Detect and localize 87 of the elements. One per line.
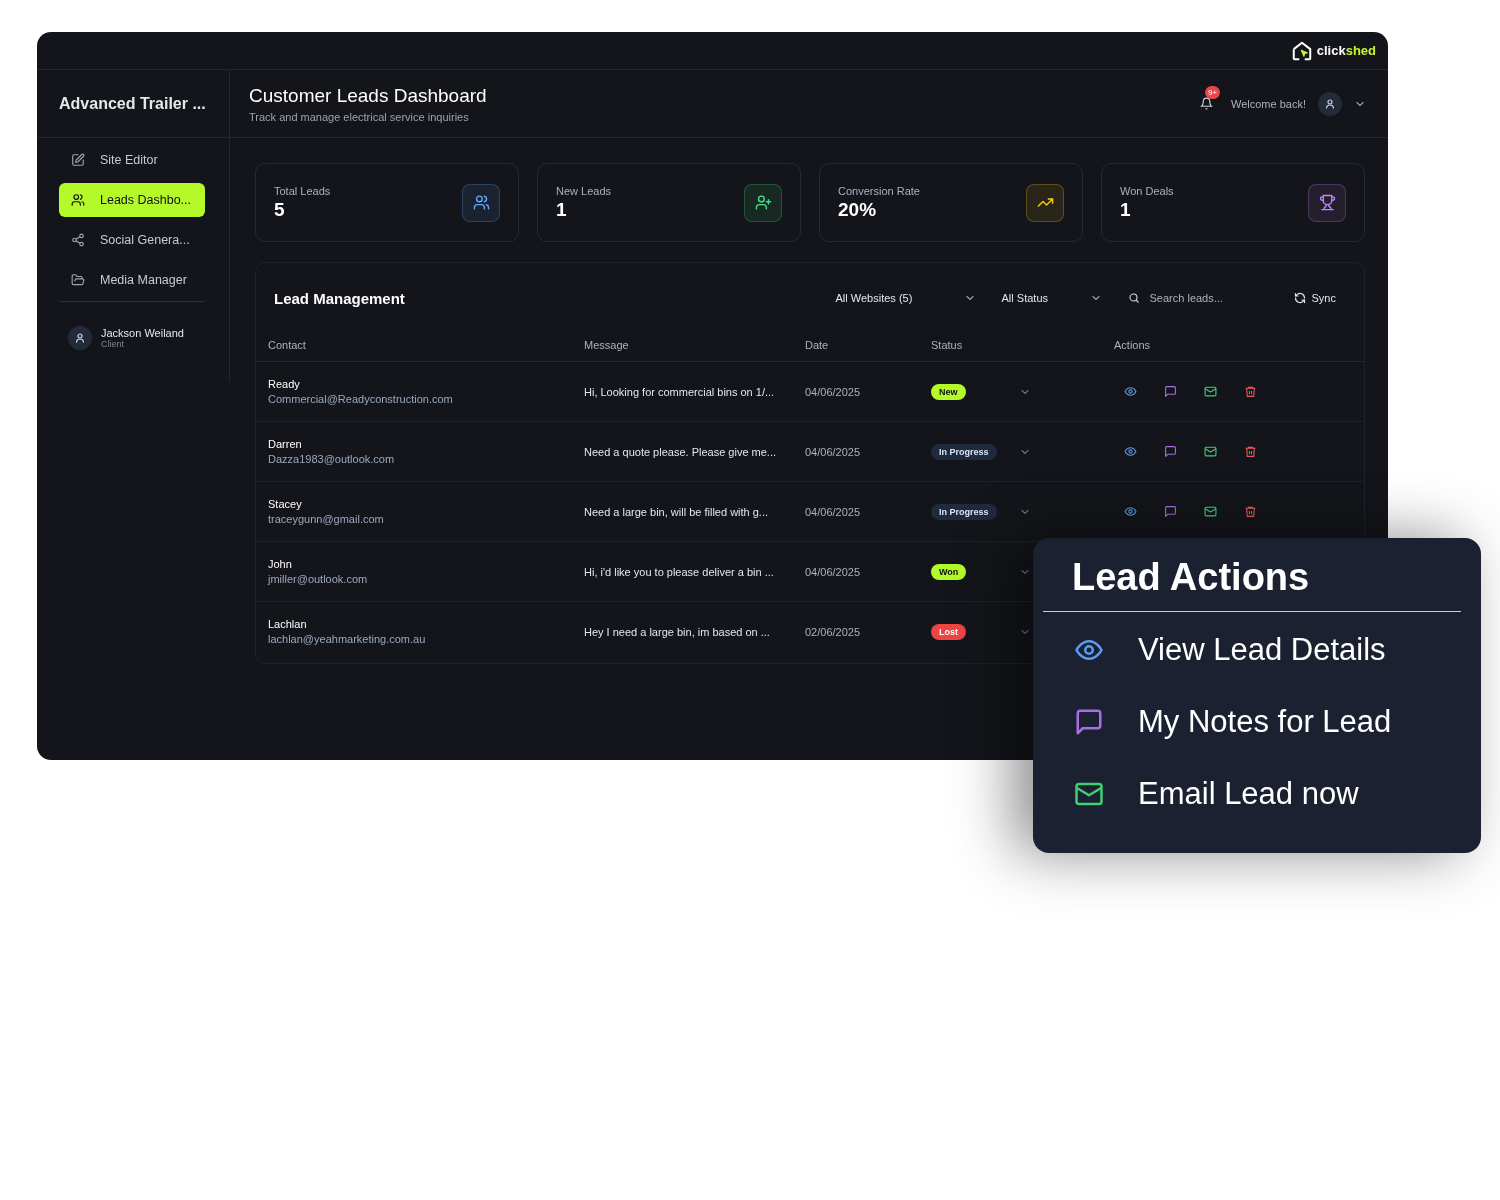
page-title: Customer Leads Dashboard [249, 84, 487, 107]
contact-email: Dazza1983@outlook.com [268, 453, 396, 465]
eye-icon[interactable] [1124, 385, 1137, 398]
speech-bubble-icon[interactable] [1164, 385, 1177, 398]
stat-label: New Leads [556, 184, 612, 197]
popup-menu-item[interactable]: View Lead Details [1043, 614, 1461, 686]
speech-bubble-icon[interactable] [1164, 505, 1177, 518]
trash-icon[interactable] [1244, 385, 1257, 398]
contact-name: Ready [268, 378, 301, 390]
stat-value: 5 [274, 198, 286, 221]
popup-menu-item[interactable]: Email Lead now [1043, 758, 1461, 830]
search-icon [1127, 292, 1140, 304]
contact-name: John [268, 558, 293, 570]
stat-label: Conversion Rate [838, 184, 920, 197]
speech-bubble-icon[interactable] [1074, 707, 1104, 737]
column-header: Date [805, 339, 830, 351]
trash-icon[interactable] [1244, 445, 1257, 458]
edit-icon [71, 153, 85, 167]
status-badge: Won [931, 563, 967, 580]
avatar-icon[interactable] [68, 326, 92, 350]
house-cursor-logo-icon [1290, 39, 1313, 62]
table-row[interactable]: Ready Commercial@Readyconstruction.com Hi, Looking for commercial bins on 1/... 04/06/2025 New [256, 362, 1364, 422]
stat-value: 20% [838, 198, 878, 221]
trash-icon[interactable] [1244, 505, 1257, 518]
welcome-text: Welcome back! [1231, 97, 1306, 110]
date-text: 04/06/2025 [805, 385, 862, 398]
message-preview: Hi, Looking for commercial bins on 1/... [584, 385, 776, 398]
mail-icon[interactable] [1204, 445, 1217, 458]
trophy-icon [1318, 194, 1336, 211]
date-text: 04/06/2025 [805, 565, 862, 578]
status-badge: Lost [931, 623, 966, 640]
popup-menu-item[interactable]: My Notes for Lead [1043, 686, 1461, 758]
sidebar-item[interactable]: Media Manager [59, 263, 205, 297]
status-badge: In Progress [931, 503, 997, 520]
sync-icon [1293, 292, 1306, 304]
stat-label: Total Leads [274, 184, 331, 197]
contact-email: jmiller@outlook.com [268, 573, 369, 585]
contact-email: lachlan@yeahmarketing.com.au [268, 633, 427, 645]
user-plus-icon [754, 194, 772, 211]
contact-email: traceygunn@gmail.com [268, 513, 385, 525]
contact-email: Commercial@Readyconstruction.com [268, 393, 454, 405]
eye-icon[interactable] [1124, 445, 1137, 458]
user-name: Jackson Weiland [101, 327, 184, 339]
share-icon [71, 233, 85, 247]
contact-name: Stacey [268, 498, 303, 510]
status-badge: In Progress [931, 443, 997, 460]
logo-text: clickshed [1316, 43, 1376, 58]
site-title: Advanced Trailer ... [37, 70, 229, 138]
column-header: Contact [268, 339, 307, 351]
panel-title: Lead Management [274, 289, 405, 307]
message-preview: Hi, i'd like you to please deliver a bin ... [584, 565, 775, 578]
search-field[interactable]: Search leads... [1147, 291, 1262, 305]
sidebar-item[interactable]: Social Genera... [59, 223, 205, 257]
column-header: Actions [1114, 339, 1152, 351]
message-preview: Need a large bin, will be filled with g... [584, 505, 770, 518]
avatar-icon[interactable] [1318, 91, 1342, 116]
page-subtitle: Track and manage electrical service inquiries [249, 110, 470, 123]
eye-icon[interactable] [1124, 505, 1137, 518]
notification-bell-icon[interactable] [1200, 97, 1213, 110]
status-badge: New [931, 383, 966, 400]
website-filter-dropdown[interactable]: All Websites (5) [835, 292, 976, 304]
sidebar-item[interactable]: Leads Dashbo... [59, 183, 205, 217]
mail-icon[interactable] [1204, 385, 1217, 398]
speech-bubble-icon[interactable] [1164, 445, 1177, 458]
users-icon [472, 194, 490, 211]
folder-icon [71, 273, 85, 287]
column-header: Message [584, 339, 630, 351]
date-text: 04/06/2025 [805, 445, 862, 458]
users-icon [71, 193, 85, 207]
sidebar-item[interactable]: Site Editor [59, 143, 205, 177]
date-text: 02/06/2025 [805, 625, 862, 638]
user-role: Client [101, 339, 125, 349]
contact-name: Lachlan [268, 618, 308, 630]
date-text: 04/06/2025 [805, 505, 862, 518]
message-preview: Hey I need a large bin, im based on ... [584, 625, 771, 638]
mail-icon[interactable] [1204, 505, 1217, 518]
popup-title: Lead Actions [1043, 556, 1461, 612]
column-header: Status [931, 339, 964, 351]
message-preview: Need a quote please. Please give me... [584, 445, 777, 458]
status-filter-dropdown[interactable]: All Status [1001, 292, 1102, 304]
sync-button[interactable]: Sync [1293, 292, 1336, 304]
notification-badge: 9+ [1205, 86, 1221, 99]
table-row[interactable]: Darren Dazza1983@outlook.com Need a quote please. Please give me... 04/06/2025 In Progress [256, 422, 1364, 482]
stat-value: 1 [556, 198, 568, 221]
stat-label: Won Deals [1120, 184, 1174, 197]
contact-name: Darren [268, 438, 303, 450]
stat-value: 1 [1120, 198, 1132, 221]
